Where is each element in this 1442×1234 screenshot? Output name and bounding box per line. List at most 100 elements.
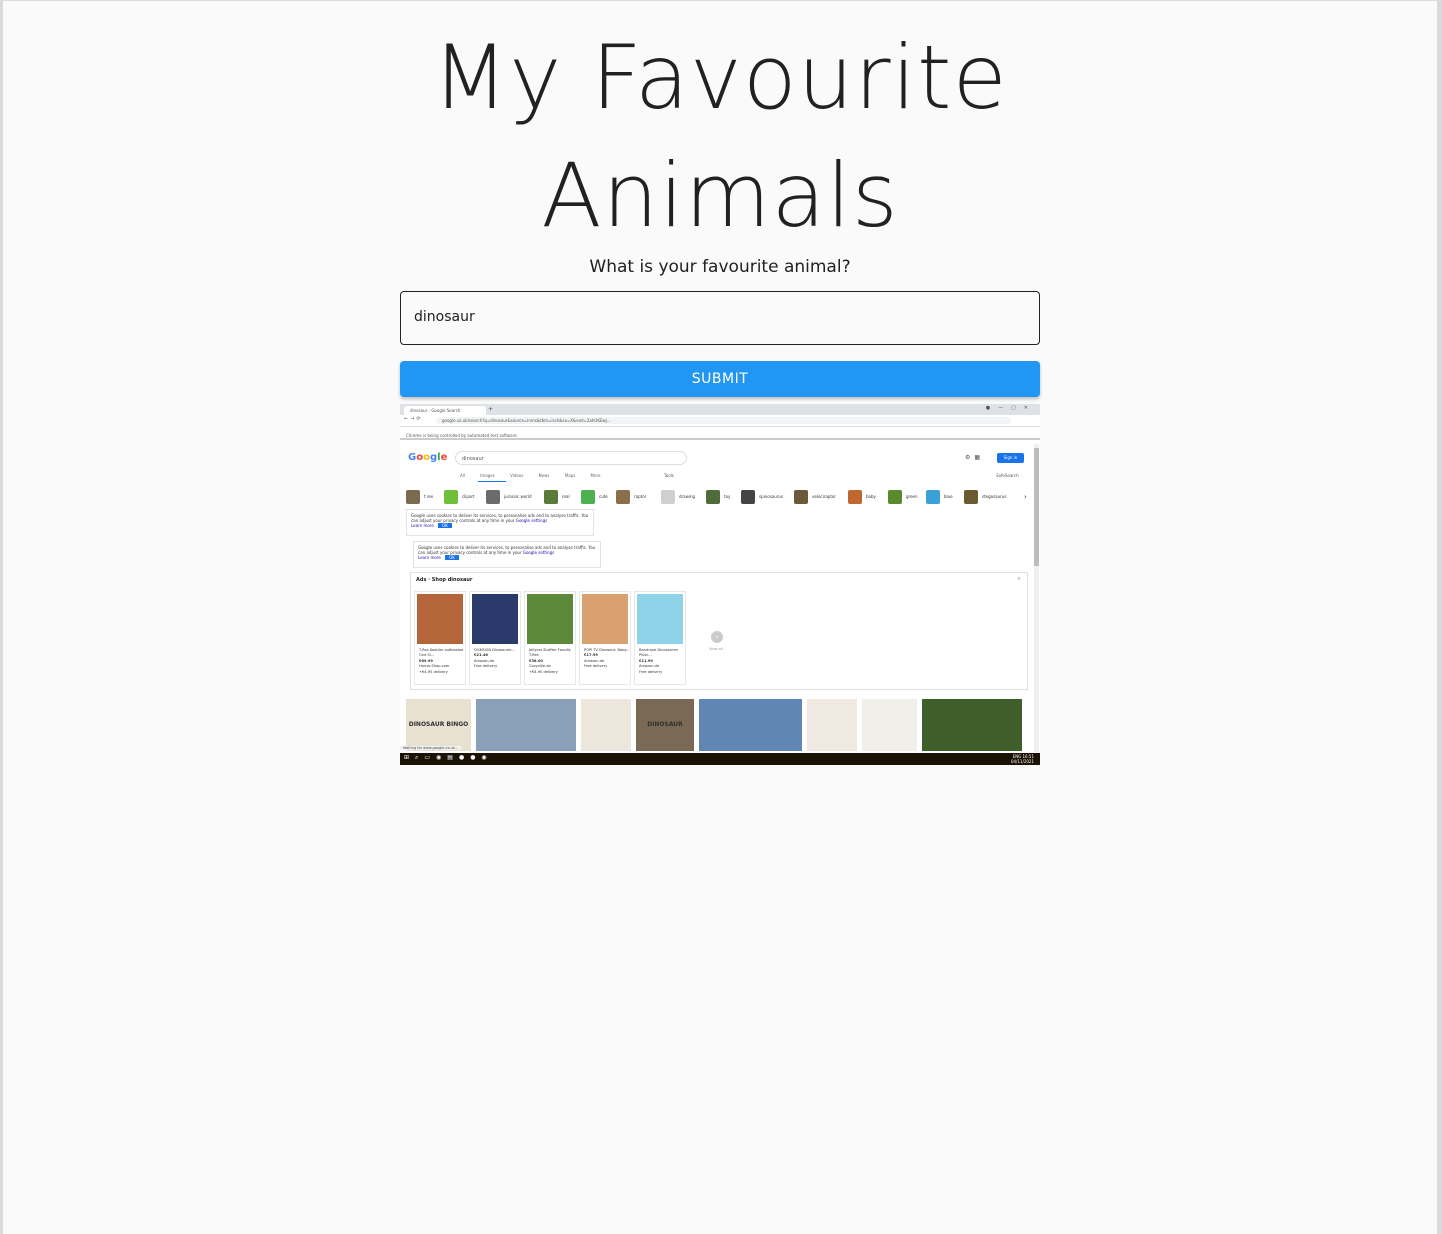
- browser-tabbar: dinosaur - Google Search + ●—▢✕: [400, 404, 1040, 415]
- product-info: Jellycat Stuffter Fossilly T-Rex €38.00 Co…: [529, 648, 575, 675]
- logo-letter: e: [440, 452, 448, 463]
- new-tab-icon: +: [488, 406, 494, 413]
- chip: t rex: [406, 489, 433, 505]
- chip: real: [544, 489, 570, 505]
- cookie-learn: Learn more: [411, 523, 434, 528]
- product-card: Jellycat Stuffter Fossilly T-Rex €38.00 Co…: [524, 591, 576, 685]
- product-ship: +€4.90 delivery: [529, 669, 558, 674]
- browser-infobar: Chrome is being controlled by automated …: [400, 431, 1040, 440]
- chip: baby: [848, 489, 876, 505]
- product-image: [472, 594, 518, 644]
- cookie-link: Google settings: [515, 518, 548, 523]
- chip: spinosaurus: [741, 489, 783, 505]
- page-title: My Favourite Animals: [3, 19, 1437, 255]
- chip-thumbnail: [848, 490, 862, 504]
- product-card: T-Rex Kostüm aufblasbar One Si... €69.99 H…: [414, 591, 466, 685]
- chevron-right-icon: ›: [711, 631, 723, 643]
- image-results: DINOSAUR BINGO DINOSAUR: [406, 699, 1031, 751]
- chip-thumbnail: [581, 490, 595, 504]
- chip: clipart: [444, 489, 475, 505]
- product-card: OGMOGN Dinosaurie... €21.46 Amazon.de Free …: [469, 591, 521, 685]
- close-icon: ×: [1016, 576, 1021, 582]
- product-image: [637, 594, 683, 644]
- image-result: [922, 699, 1022, 751]
- chip-label: toy: [724, 494, 731, 499]
- taskbar-clock: ENG 16:51 04/11/2021: [1011, 754, 1034, 764]
- cookie-ok: OK: [445, 555, 459, 560]
- chip: cute: [581, 489, 608, 505]
- google-tools: Tools: [664, 473, 674, 478]
- chip-thumbnail: [544, 490, 558, 504]
- product-name: Jellycat Stuffter Fossilly T-Rex: [529, 648, 571, 658]
- chip-thumbnail: [661, 490, 675, 504]
- product-ship: Free delivery: [584, 664, 608, 669]
- product-card: POPI TV Dinosaur: Baby... €17.99 Amazon.de…: [579, 591, 631, 685]
- page-title-line2: Animals: [541, 144, 899, 247]
- chip-label: stegosaurus: [982, 494, 1007, 499]
- chip-label: t rex: [424, 494, 434, 499]
- animal-input[interactable]: [414, 309, 1014, 325]
- cookie-notice: Google uses cookies to deliver its servi…: [406, 509, 594, 536]
- chip-label: clipart: [462, 494, 475, 499]
- google-apps-icon: ⚙▦: [965, 454, 985, 461]
- chip: toy: [706, 489, 730, 505]
- chip: raptor: [616, 489, 646, 505]
- logo-letter: G: [408, 452, 417, 463]
- image-result: [807, 699, 857, 751]
- status-text: Waiting for www.google.co.uk...: [400, 746, 462, 750]
- shopping-header: Ads · Shop dinosaur: [416, 577, 473, 583]
- related-chips: t rex clipart jurassic world real cute raptor…: [406, 489, 1027, 505]
- logo-letter: o: [423, 452, 430, 463]
- chip-label: cute: [599, 494, 608, 499]
- chip-label: spinosaurus: [759, 494, 784, 499]
- google-logo: Google: [408, 452, 447, 463]
- chip-thumbnail: [706, 490, 720, 504]
- chip: velociraptor: [794, 489, 836, 505]
- animal-field[interactable]: [400, 291, 1040, 345]
- google-tabs: All Images Videos News Maps More: [460, 473, 601, 478]
- chip-thumbnail: [964, 490, 978, 504]
- taskbar: ⊞⌕▭◉▤●●◉ ENG 16:51 04/11/2021: [400, 753, 1040, 765]
- cookie-link: Google settings: [522, 550, 555, 555]
- chip-thumbnail: [794, 490, 808, 504]
- product-card: Bandrave Dinosaurier Plüsc... €11.99 Amazo…: [634, 591, 686, 685]
- product-image: [417, 594, 463, 644]
- chip-thumbnail: [444, 490, 458, 504]
- page: My Favourite Animals What is your favour…: [3, 1, 1437, 1234]
- cookie-learn: Learn more: [418, 555, 441, 560]
- browser-address-bar: ←→⟳ google.co.uk/search?q=dinosaur&sourc…: [400, 415, 1040, 427]
- chip-thumbnail: [486, 490, 500, 504]
- scrollbar-thumb: [1034, 448, 1039, 566]
- product-image: [527, 594, 573, 644]
- cookie-text: Google uses cookies to deliver its servi…: [411, 513, 589, 523]
- product-image: [582, 594, 628, 644]
- image-result: [862, 699, 917, 751]
- chip: stegosaurus: [964, 489, 1006, 505]
- product-info: OGMOGN Dinosaurie... €21.46 Amazon.de Free …: [474, 648, 520, 670]
- chip-label: raptor: [634, 494, 647, 499]
- image-result: DINOSAUR: [636, 699, 694, 751]
- product-info: POPI TV Dinosaur: Baby... €17.99 Amazon.de…: [584, 648, 630, 670]
- window-controls-icon: ●—▢✕: [985, 405, 1036, 411]
- cookie-notice: Google uses cookies to deliver its servi…: [413, 541, 601, 568]
- google-safesearch: SafeSearch: [996, 473, 1019, 478]
- nav-arrows-icon: ←→⟳: [404, 416, 423, 422]
- image-result: [581, 699, 631, 751]
- question-label: What is your favourite animal?: [589, 257, 851, 277]
- google-sign-in: Sign in: [997, 453, 1024, 463]
- chip-thumbnail: [406, 490, 420, 504]
- submit-button[interactable]: SUBMIT: [400, 361, 1040, 397]
- image-result: [476, 699, 576, 751]
- shopping-ads: Ads · Shop dinosaur × T-Rex Kostüm aufbl…: [410, 572, 1028, 690]
- product-info: Bandrave Dinosaurier Plüsc... €11.99 Amazo…: [639, 648, 685, 675]
- chip-label: blue: [944, 494, 953, 499]
- chip-label: jurassic world: [504, 494, 532, 499]
- chip: green: [888, 489, 918, 505]
- product-ship: +€4.95 delivery: [419, 669, 448, 674]
- cookie-text: Google uses cookies to deliver its servi…: [418, 545, 596, 555]
- chip-label: drawing: [679, 494, 696, 499]
- taskbar-icons: ⊞⌕▭◉▤●●◉: [404, 754, 493, 761]
- browser-url: google.co.uk/search?q=dinosaur&source=ln…: [436, 417, 1011, 424]
- chip-thumbnail: [888, 490, 902, 504]
- page-title-line1: My Favourite: [432, 26, 1008, 129]
